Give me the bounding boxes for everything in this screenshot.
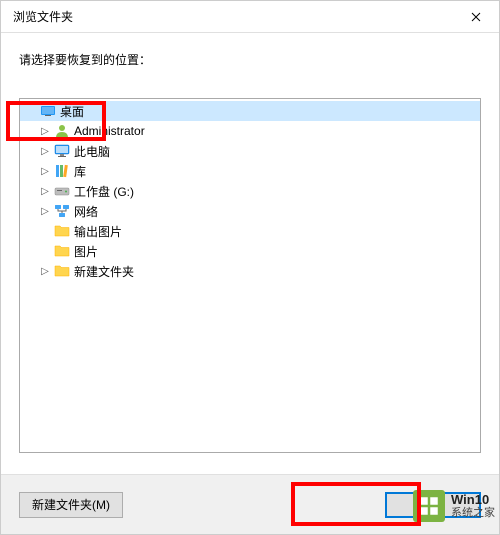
browse-folder-dialog: 浏览文件夹 请选择要恢复到的位置： 桌面 ▷ Administrator [0,0,500,535]
folder-icon [54,223,70,239]
tree-item-this-pc[interactable]: ▷ 此电脑 [20,141,480,161]
tree-item-libraries[interactable]: ▷ 库 [20,161,480,181]
expander-icon[interactable]: ▷ [38,184,52,198]
tree-label: 此电脑 [74,143,110,160]
folder-icon [54,263,70,279]
expander-icon[interactable]: ▷ [38,124,52,138]
desktop-icon [40,103,56,119]
dialog-content: 请选择要恢复到的位置： 桌面 ▷ Administrator ▷ [1,33,499,453]
tree-item-output-images[interactable]: 输出图片 [20,221,480,241]
tree-label: 输出图片 [74,223,122,240]
folder-tree[interactable]: 桌面 ▷ Administrator ▷ 此电脑 ▷ [19,98,481,453]
new-folder-button[interactable]: 新建文件夹(M) [19,492,123,518]
tree-label: 网络 [74,203,98,220]
library-icon [54,163,70,179]
tree-item-administrator[interactable]: ▷ Administrator [20,121,480,141]
titlebar: 浏览文件夹 [1,1,499,33]
tree-label: Administrator [74,124,145,138]
expander-icon[interactable]: ▷ [38,164,52,178]
ok-button[interactable]: 确定 [385,492,481,518]
pc-icon [54,143,70,159]
tree-label: 工作盘 (G:) [74,183,134,200]
prompt-text: 请选择要恢复到的位置： [19,51,481,68]
user-icon [54,123,70,139]
expander-icon[interactable]: ▷ [38,264,52,278]
tree-label: 图片 [74,243,98,260]
expander-icon[interactable]: ▷ [38,144,52,158]
tree-item-drive-g[interactable]: ▷ 工作盘 (G:) [20,181,480,201]
tree-label: 桌面 [60,103,84,120]
drive-icon [54,183,70,199]
tree-item-new-folder[interactable]: ▷ 新建文件夹 [20,261,480,281]
tree-item-images[interactable]: 图片 [20,241,480,261]
dialog-title: 浏览文件夹 [13,8,73,25]
network-icon [54,203,70,219]
expander-icon[interactable]: ▷ [38,204,52,218]
tree-label: 新建文件夹 [74,263,134,280]
tree-item-network[interactable]: ▷ 网络 [20,201,480,221]
tree-item-desktop[interactable]: 桌面 [20,101,480,121]
dialog-footer: 新建文件夹(M) 确定 [1,474,499,534]
tree-label: 库 [74,163,86,180]
folder-icon [54,243,70,259]
close-button[interactable] [453,1,499,33]
